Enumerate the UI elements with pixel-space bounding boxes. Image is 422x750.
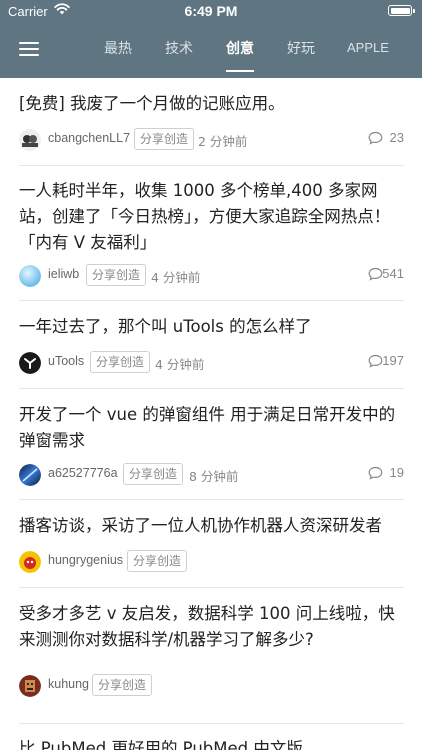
node-tag[interactable]: 分享创造 [90,351,151,373]
comment-icon [368,354,383,368]
tab-fun[interactable]: 好玩 [287,38,315,58]
app-header: Carrier 6:49 PM 最热 技术 创意 好玩 APPLE [0,0,422,78]
status-bar: Carrier 6:49 PM [0,0,422,24]
author-name[interactable]: hungrygenius [48,553,123,567]
post-title[interactable]: 播客访谈，采访了一位人机协作机器人资深研发者 [19,513,404,539]
author-name[interactable]: ieliwb [48,267,79,281]
active-tab-indicator [226,70,254,72]
avatar[interactable] [19,464,41,486]
author-name[interactable]: uTools [48,354,84,368]
post-item[interactable]: [免费] 我废了一个月做的记账应用。 cbangchenLL7 分享创造 2 分… [19,78,404,166]
comment-icon [368,466,383,480]
post-time: 4 分钟前 [155,357,205,372]
post-item[interactable]: 一年过去了，那个叫 uTools 的怎么样了 uTools 分享创造 4 分钟前… [19,301,404,389]
avatar[interactable] [19,352,41,374]
tab-apple[interactable]: APPLE [347,40,389,55]
battery-icon [388,5,415,16]
post-meta: a62527776a 分享创造 8 分钟前 19 [19,462,404,486]
post-meta: uTools 分享创造 4 分钟前 197 [19,350,404,374]
post-time: 4 分钟前 [151,270,201,285]
post-time: 8 分钟前 [189,469,239,484]
author-name[interactable]: a62527776a [48,466,118,480]
post-item[interactable]: 比 PubMed 更好用的 PubMed 中文版 [19,724,404,750]
post-time: 2 分钟前 [198,134,248,149]
tab-hot[interactable]: 最热 [104,38,132,58]
post-meta: kuhung 分享创造 [19,673,404,697]
author-name[interactable]: kuhung [48,677,89,691]
tab-creative[interactable]: 创意 [226,38,254,58]
node-tag[interactable]: 分享创造 [123,463,184,485]
post-item[interactable]: 播客访谈，采访了一位人机协作机器人资深研发者 hungrygenius 分享创造 [19,500,404,588]
post-meta: hungrygenius 分享创造 [19,549,404,573]
menu-icon[interactable] [19,42,39,56]
post-title[interactable]: 一年过去了，那个叫 uTools 的怎么样了 [19,314,404,340]
node-tag[interactable]: 分享创造 [134,128,195,150]
node-tag[interactable]: 分享创造 [86,264,147,286]
avatar[interactable] [19,265,41,287]
avatar[interactable] [19,129,41,151]
post-title[interactable]: 受多才多艺 v 友启发，数据科学 100 问上线啦，快来测测你对数据科学/机器学… [19,601,404,653]
tab-tech[interactable]: 技术 [165,38,193,58]
post-meta: ieliwb 分享创造 4 分钟前 541 [19,263,404,287]
status-time: 6:49 PM [184,3,238,19]
author-name[interactable]: cbangchenLL7 [48,131,130,145]
post-title[interactable]: 开发了一个 vue 的弹窗组件 用于满足日常开发中的弹窗需求 [19,402,404,454]
post-item[interactable]: 开发了一个 vue 的弹窗组件 用于满足日常开发中的弹窗需求 a62527776… [19,389,404,500]
post-item[interactable]: 一人耗时半年，收集 1000 多个榜单,400 多家网站，创建了「今日热榜」，方… [19,166,404,301]
node-tag[interactable]: 分享创造 [92,674,153,696]
post-title[interactable]: 一人耗时半年，收集 1000 多个榜单,400 多家网站，创建了「今日热榜」，方… [19,178,404,256]
node-tag[interactable]: 分享创造 [127,550,188,572]
post-title[interactable]: 比 PubMed 更好用的 PubMed 中文版 [19,736,404,750]
comment-icon [368,131,383,145]
avatar[interactable] [19,675,41,697]
post-meta: cbangchenLL7 分享创造 2 分钟前 23 [19,127,404,151]
post-title[interactable]: [免费] 我废了一个月做的记账应用。 [19,91,404,117]
comment-icon [368,267,383,281]
post-item[interactable]: 受多才多艺 v 友启发，数据科学 100 问上线啦，快来测测你对数据科学/机器学… [19,588,404,724]
avatar[interactable] [19,551,41,573]
